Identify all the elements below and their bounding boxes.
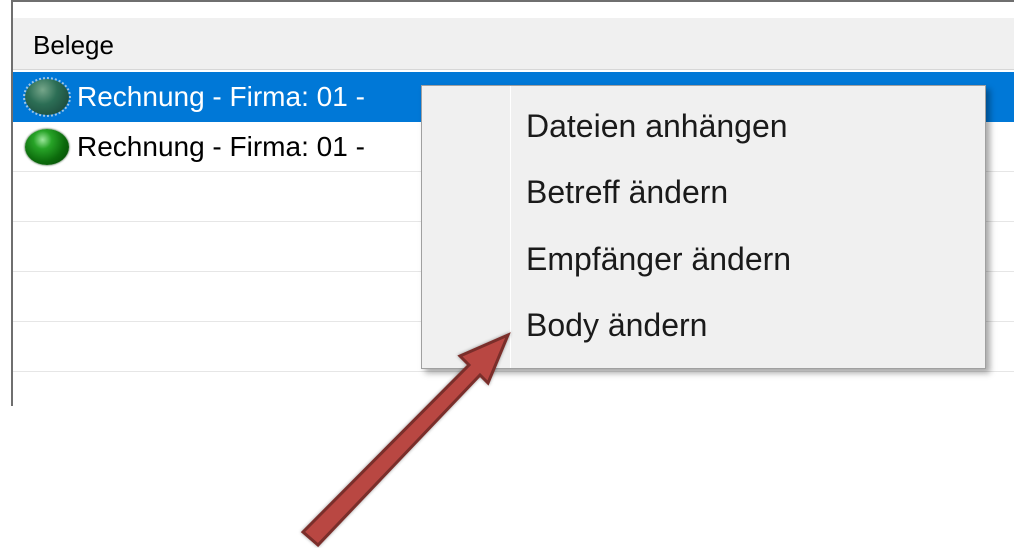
arrow-shape <box>300 332 511 548</box>
red-arrow-icon <box>300 332 511 548</box>
